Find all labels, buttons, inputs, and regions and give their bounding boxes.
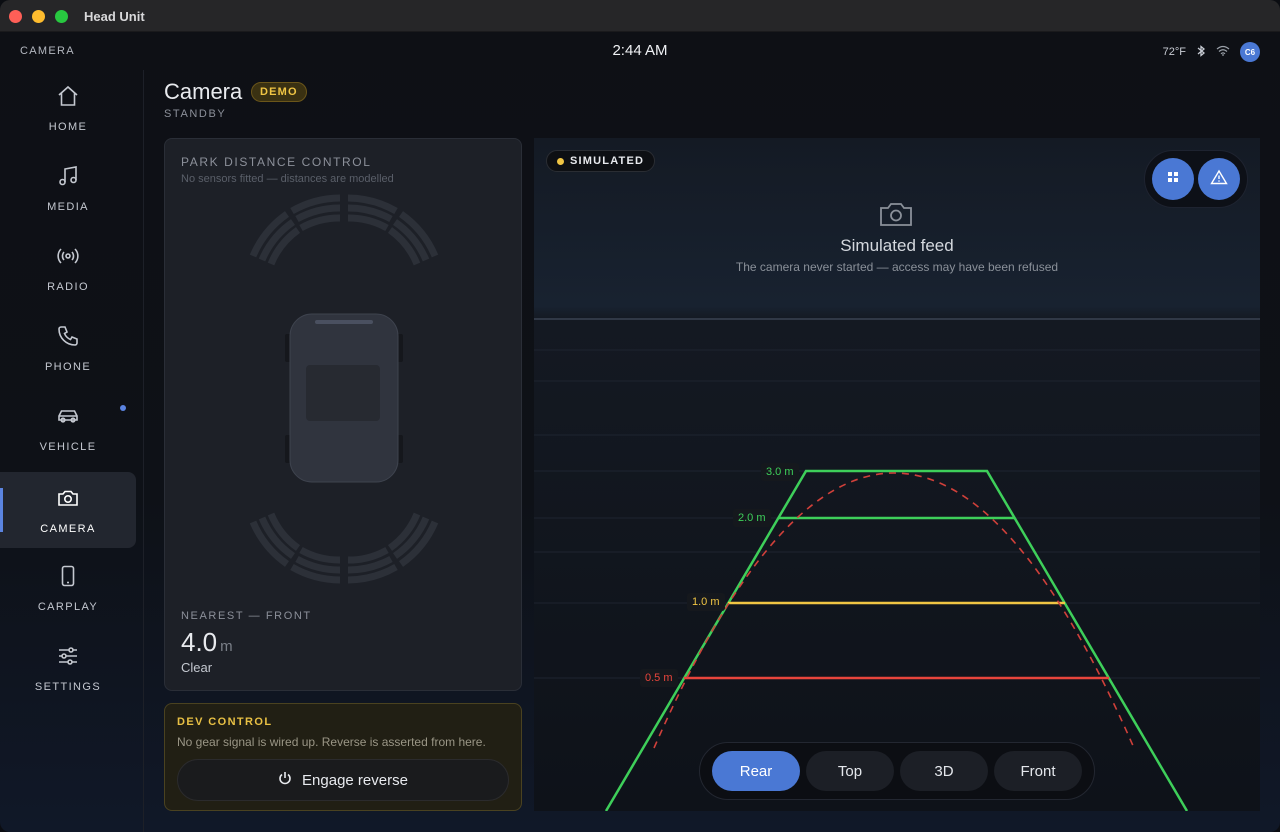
engage-reverse-label: Engage reverse [302,771,408,789]
home-icon [56,84,80,113]
head-unit-window: Head Unit CAMERA 2:44 AM 72°F C6 HOME ME… [0,0,1280,832]
parking-guidelines [534,318,1260,811]
park-distance-control-panel: PARK DISTANCE CONTROL No sensors fitted … [164,138,522,691]
nav-vehicle[interactable]: VEHICLE [0,390,136,466]
vehicle-notification-dot [120,405,126,411]
nav-carplay-label: CARPLAY [37,600,99,613]
sliders-icon [56,644,80,673]
nav-camera-label: CAMERA [40,522,96,535]
nearest-status: Clear [181,660,213,675]
dev-control-title: DEV CONTROL [177,716,273,728]
nav-camera[interactable]: CAMERA [0,472,136,548]
smartphone-icon [56,564,80,593]
dev-control-subtitle: No gear signal is wired up. Reverse is a… [177,735,486,749]
sidebar: HOME MEDIA RADIO PHONE VEHICLE CAMERA CA… [0,70,144,832]
camera-view: SIMULATED Simulated feed The camera neve… [534,138,1260,811]
view-front-button[interactable]: Front [994,751,1082,791]
nearest-distance-unit: m [220,638,233,655]
music-note-icon [56,164,80,193]
status-bar: CAMERA 2:44 AM 72°F C6 [0,32,1280,70]
distance-label-3m: 3.0 m [761,463,799,481]
view-top-button[interactable]: Top [806,751,894,791]
power-icon [278,771,292,789]
nav-phone[interactable]: PHONE [0,310,136,386]
nav-phone-label: PHONE [44,360,92,373]
nav-radio-label: RADIO [47,280,89,293]
window-title: Head Unit [84,9,145,24]
view-rear-button[interactable]: Rear [712,751,800,791]
temperature: 72°F [1162,46,1186,58]
parking-sensor-diagram [249,194,439,584]
zoom-window-button[interactable] [55,10,68,23]
bluetooth-icon [1196,44,1206,60]
page-subtitle: STANDBY [164,108,227,120]
nav-vehicle-label: VEHICLE [39,440,97,453]
radio-broadcast-icon [56,244,80,273]
camera-icon [56,486,80,515]
user-avatar[interactable]: C6 [1240,42,1260,62]
nearest-label: NEAREST — FRONT [181,610,312,622]
nav-settings[interactable]: SETTINGS [0,630,136,706]
phone-icon [56,324,80,353]
dev-control-panel: DEV CONTROL No gear signal is wired up. … [164,703,522,811]
clock: 2:44 AM [612,42,668,59]
close-window-button[interactable] [9,10,22,23]
engage-reverse-button[interactable]: Engage reverse [177,759,509,801]
nav-media-label: MEDIA [47,200,89,213]
nearest-distance: 4.0 m [181,627,233,658]
nav-carplay[interactable]: CARPLAY [0,550,136,626]
demo-badge: DEMO [251,82,307,102]
nearest-distance-value: 4.0 [181,627,218,657]
title-bar: Head Unit [0,0,1280,32]
nav-settings-label: SETTINGS [34,680,102,693]
car-icon [56,404,80,433]
page-title: Camera [164,79,243,104]
nav-home[interactable]: HOME [0,70,136,146]
distance-label-0-5m: 0.5 m [640,669,678,687]
distance-label-1m: 1.0 m [687,593,725,611]
wifi-icon [1216,45,1230,59]
nav-radio[interactable]: RADIO [0,230,136,306]
view-selector: Rear Top 3D Front [699,742,1095,800]
nav-home-label: HOME [48,120,88,133]
nav-media[interactable]: MEDIA [0,150,136,226]
view-3d-button[interactable]: 3D [900,751,988,791]
distance-label-2m: 2.0 m [733,509,771,527]
minimize-window-button[interactable] [32,10,45,23]
